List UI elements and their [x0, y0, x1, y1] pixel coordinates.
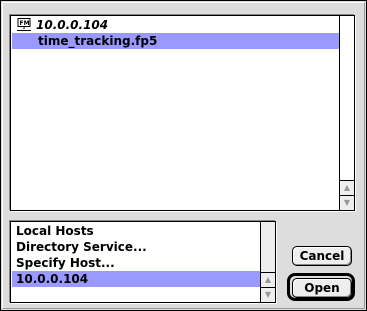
fm-server-icon: FM [16, 18, 32, 32]
host-item-local-hosts[interactable]: Local Hosts [12, 223, 260, 239]
open-remote-dialog: FM 10.0.0.104 time_tracking.fp5 ▲ ▼ Loca… [0, 0, 367, 311]
scroll-up-arrow-icon[interactable]: ▲ [340, 180, 354, 195]
scroll-up-arrow-icon[interactable]: ▲ [261, 272, 275, 287]
file-row-selected[interactable]: time_tracking.fp5 [12, 33, 339, 49]
file-list[interactable]: FM 10.0.0.104 time_tracking.fp5 ▲ ▼ [10, 15, 355, 211]
server-name: 10.0.0.104 [36, 18, 109, 32]
file-list-scrollbar[interactable]: ▲ ▼ [339, 16, 354, 210]
host-item-directory-service[interactable]: Directory Service... [12, 239, 260, 255]
server-row[interactable]: FM 10.0.0.104 [12, 17, 343, 33]
cancel-button[interactable]: Cancel [292, 246, 352, 266]
host-item-specify-host[interactable]: Specify Host... [12, 255, 260, 271]
scroll-down-arrow-icon[interactable]: ▼ [261, 287, 275, 302]
svg-text:FM: FM [20, 20, 30, 27]
scroll-down-arrow-icon[interactable]: ▼ [340, 195, 354, 210]
host-item-selected[interactable]: 10.0.0.104 [12, 271, 260, 287]
host-list[interactable]: Local Hosts Directory Service... Specify… [10, 221, 276, 303]
file-name: time_tracking.fp5 [38, 34, 158, 48]
host-list-scrollbar[interactable]: ▲ ▼ [260, 222, 275, 302]
open-button[interactable]: Open [292, 278, 352, 298]
